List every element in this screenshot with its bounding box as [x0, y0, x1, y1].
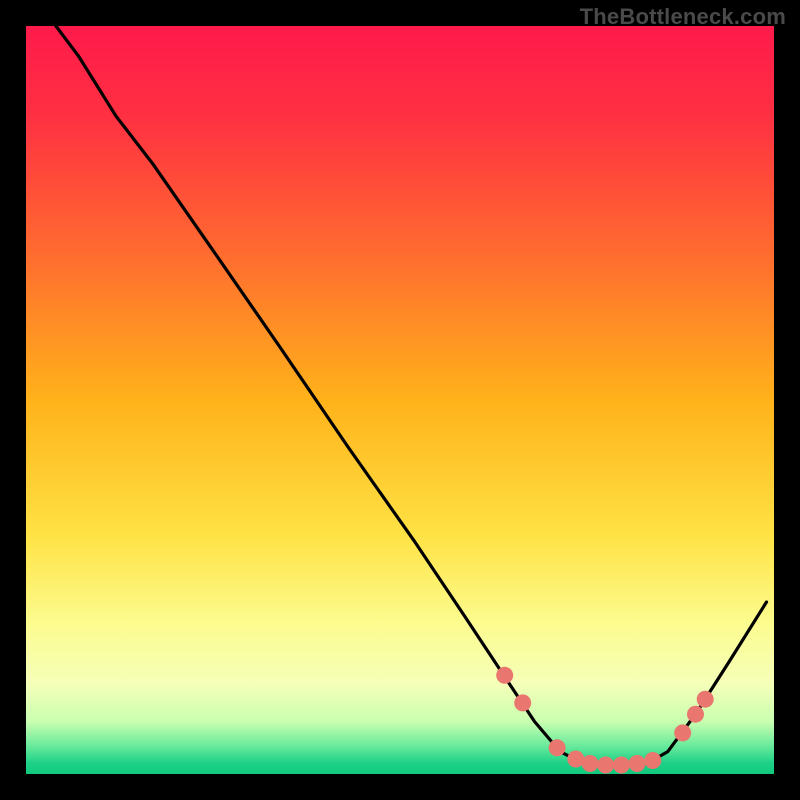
highlight-dot — [697, 691, 714, 708]
highlight-dot — [582, 755, 599, 772]
highlight-dot — [549, 739, 566, 756]
highlight-dot — [496, 667, 513, 684]
plot-area — [26, 26, 774, 774]
gradient-background — [26, 26, 774, 774]
highlight-dot — [613, 757, 630, 774]
highlight-dot — [687, 706, 704, 723]
highlight-dot — [514, 694, 531, 711]
highlight-dot — [629, 755, 646, 772]
highlight-dot — [597, 757, 614, 774]
chart-frame: TheBottleneck.com — [0, 0, 800, 800]
chart-svg — [26, 26, 774, 774]
highlight-dot — [674, 724, 691, 741]
watermark-text: TheBottleneck.com — [580, 4, 786, 30]
highlight-dot — [644, 752, 661, 769]
